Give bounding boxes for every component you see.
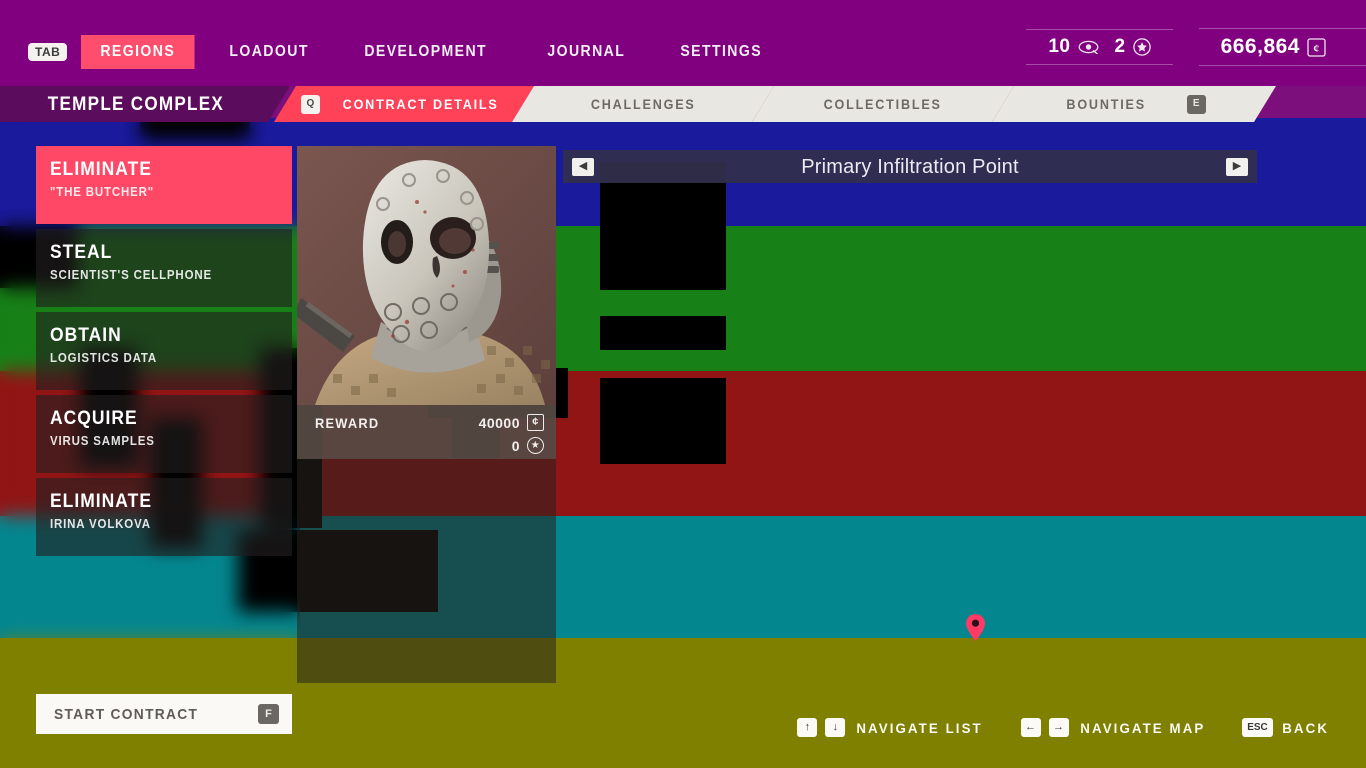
- tab-label: COLLECTIBLES: [824, 97, 942, 111]
- contract-card: REWARD 40000 ¢ 0 ★: [297, 146, 556, 683]
- reward-credits: 40000 ¢: [479, 414, 544, 431]
- map-location-title: Primary Infiltration Point: [801, 157, 1019, 177]
- objective-verb: OBTAIN: [50, 326, 258, 345]
- start-contract-button[interactable]: START CONTRACT F: [36, 694, 292, 734]
- reward-stars: 0 ★: [512, 437, 544, 454]
- hint-label: NAVIGATE MAP: [1080, 721, 1205, 735]
- map-header: ◀ Primary Infiltration Point ▶: [563, 150, 1257, 183]
- region-title-chip: TEMPLE COMPLEX: [0, 86, 290, 122]
- objective-target: SCIENTIST'S CELLPHONE: [50, 269, 258, 282]
- star-icon: [1133, 38, 1151, 56]
- control-hints: ↑ ↓ NAVIGATE LIST ← → NAVIGATE MAP ESC B…: [797, 718, 1330, 737]
- arrow-right-icon[interactable]: ▶: [1226, 158, 1248, 176]
- q-keycap: Q: [301, 95, 320, 114]
- objective-item-0[interactable]: ELIMINATE "THE BUTCHER": [36, 146, 292, 224]
- game-screen: TAB REGIONS LOADOUT DEVELOPMENT JOURNAL …: [0, 0, 1366, 768]
- tab-label: BOUNTIES: [1067, 97, 1147, 111]
- tab-keycap: TAB: [28, 43, 67, 61]
- target-portrait: [297, 146, 556, 405]
- objective-verb: STEAL: [50, 243, 258, 262]
- hint-navigate-list: ↑ ↓ NAVIGATE LIST: [797, 718, 986, 737]
- intel-group: 10 2: [1026, 29, 1172, 65]
- objective-target: VIRUS SAMPLES: [50, 435, 258, 448]
- hint-label: NAVIGATE LIST: [857, 721, 983, 735]
- eye-icon: [1078, 40, 1099, 54]
- nav-item-loadout[interactable]: LOADOUT: [210, 35, 328, 69]
- main-header: TAB REGIONS LOADOUT DEVELOPMENT JOURNAL …: [0, 0, 1366, 86]
- intel-counter: 10: [1048, 36, 1098, 58]
- contract-card-body: [297, 459, 556, 683]
- tab-label: CONTRACT DETAILS: [343, 97, 499, 111]
- svg-text:¢: ¢: [1313, 41, 1320, 55]
- nav-item-settings[interactable]: SETTINGS: [661, 35, 781, 69]
- star-value: 2: [1115, 36, 1126, 58]
- star-counter: 2: [1115, 36, 1151, 58]
- hint-back: ESC BACK: [1242, 718, 1330, 737]
- objective-verb: ELIMINATE: [50, 492, 258, 511]
- tab-bounties[interactable]: BOUNTIES E: [992, 86, 1276, 122]
- esc-keycap: ESC: [1242, 718, 1273, 737]
- objective-item-2[interactable]: OBTAIN LOGISTICS DATA: [36, 312, 292, 390]
- credit-icon: ¢: [527, 414, 544, 431]
- credit-icon: ¢: [1307, 38, 1326, 57]
- arrow-left-icon[interactable]: ◀: [572, 158, 594, 176]
- tab-collectibles[interactable]: COLLECTIBLES: [752, 86, 1014, 122]
- hint-label: BACK: [1282, 721, 1329, 735]
- map-pin-icon[interactable]: [966, 614, 985, 641]
- objective-item-4[interactable]: ELIMINATE IRINA VOLKOVA: [36, 478, 292, 556]
- star-icon: ★: [527, 437, 544, 454]
- section-tabbar: TEMPLE COMPLEX Q CONTRACT DETAILS CHALLE…: [0, 86, 1366, 122]
- objective-item-1[interactable]: STEAL SCIENTIST'S CELLPHONE: [36, 229, 292, 307]
- main-nav: TAB REGIONS LOADOUT DEVELOPMENT JOURNAL …: [28, 35, 797, 69]
- e-keycap: E: [1187, 95, 1206, 114]
- page-title: TEMPLE COMPLEX: [48, 95, 224, 114]
- reward-credits-value: 40000: [479, 415, 520, 431]
- map-structure: [600, 378, 726, 464]
- objective-item-3[interactable]: ACQUIRE VIRUS SAMPLES: [36, 395, 292, 473]
- nav-item-journal[interactable]: JOURNAL: [528, 35, 645, 69]
- f-keycap: F: [258, 704, 279, 724]
- arrow-up-icon: ↑: [797, 718, 817, 737]
- arrow-left-icon: ←: [1021, 718, 1041, 737]
- nav-item-regions[interactable]: REGIONS: [81, 35, 195, 69]
- reward-panel: REWARD 40000 ¢ 0 ★: [297, 405, 556, 459]
- tab-contract-details[interactable]: Q CONTRACT DETAILS: [274, 86, 534, 122]
- arrow-right-icon: →: [1049, 718, 1069, 737]
- objective-target: "THE BUTCHER": [50, 186, 258, 199]
- objective-list: ELIMINATE "THE BUTCHER" STEAL SCIENTIST'…: [36, 146, 292, 561]
- currency-value: 666,864: [1221, 35, 1300, 59]
- objective-target: LOGISTICS DATA: [50, 352, 258, 365]
- currency-group: 666,864 ¢: [1199, 28, 1366, 66]
- tab-challenges[interactable]: CHALLENGES: [512, 86, 774, 122]
- nav-item-development[interactable]: DEVELOPMENT: [345, 35, 506, 69]
- tab-label: CHALLENGES: [591, 97, 696, 111]
- arrow-down-icon: ↓: [825, 718, 845, 737]
- reward-stars-value: 0: [512, 438, 520, 454]
- intel-value: 10: [1048, 36, 1070, 58]
- start-contract-label: START CONTRACT: [54, 707, 198, 722]
- hint-navigate-map: ← → NAVIGATE MAP: [1021, 718, 1209, 737]
- currency-counter: 666,864 ¢: [1221, 35, 1326, 59]
- resource-counters: 10 2 666,864 ¢: [1026, 28, 1366, 66]
- masked-mercenary-portrait: [297, 146, 556, 405]
- objective-verb: ACQUIRE: [50, 409, 258, 428]
- objective-target: IRINA VOLKOVA: [50, 518, 258, 531]
- map-structure: [600, 316, 726, 350]
- reward-label: REWARD: [315, 416, 379, 430]
- objective-verb: ELIMINATE: [50, 160, 258, 179]
